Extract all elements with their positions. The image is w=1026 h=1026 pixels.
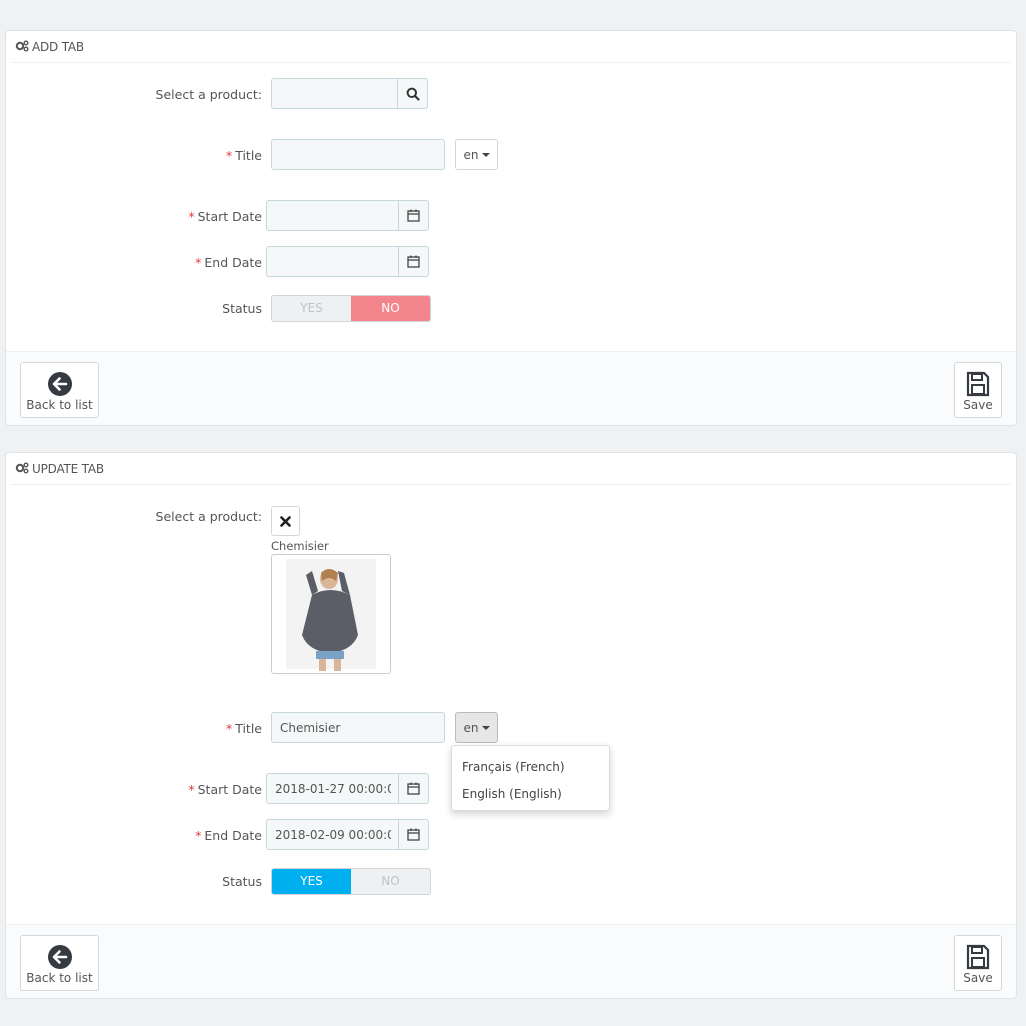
panel-footer: Back to list Save: [6, 351, 1016, 425]
language-dropdown-menu: Français (French) English (English): [451, 745, 610, 811]
status-switch[interactable]: YES NO: [271, 868, 431, 895]
required-mark: *: [195, 255, 202, 270]
required-mark: *: [188, 209, 195, 224]
save-icon: [966, 944, 990, 970]
language-option-english[interactable]: English (English): [452, 781, 609, 808]
back-to-list-label: Back to list: [26, 971, 93, 985]
product-label: Select a product:: [155, 509, 262, 524]
remove-product-button[interactable]: [271, 506, 300, 536]
end-date-input[interactable]: [266, 819, 400, 850]
caret-down-icon: [481, 152, 490, 157]
end-date-label: * End Date: [195, 255, 262, 270]
start-date-calendar-button[interactable]: [398, 773, 429, 804]
save-label: Save: [963, 971, 993, 985]
back-to-list-label: Back to list: [26, 398, 93, 412]
start-date-calendar-button[interactable]: [398, 200, 429, 231]
status-label: Status: [222, 301, 262, 316]
panel-heading: ADD TAB: [11, 31, 1011, 63]
title-label: * Title: [225, 721, 262, 736]
language-option-french[interactable]: Français (French): [452, 754, 609, 781]
calendar-icon: [407, 828, 420, 841]
required-mark: *: [225, 148, 233, 163]
start-date-input[interactable]: [266, 200, 400, 231]
back-to-list-button[interactable]: Back to list: [20, 362, 99, 418]
title-input[interactable]: [271, 139, 445, 170]
panel-footer: Back to list Save: [6, 924, 1016, 998]
product-label: Select a product:: [155, 87, 262, 102]
back-to-list-button[interactable]: Back to list: [20, 935, 99, 991]
status-no-option[interactable]: NO: [351, 869, 430, 894]
calendar-icon: [407, 209, 420, 222]
start-date-label: * Start Date: [188, 782, 262, 797]
language-select[interactable]: en: [455, 712, 498, 743]
status-yes-option[interactable]: YES: [272, 296, 351, 321]
end-date-calendar-button[interactable]: [398, 819, 429, 850]
save-button[interactable]: Save: [954, 362, 1002, 418]
calendar-icon: [407, 782, 420, 795]
product-search-button[interactable]: [397, 78, 428, 109]
required-mark: *: [195, 828, 202, 843]
save-icon: [966, 371, 990, 397]
arrow-circle-left-icon: [47, 372, 72, 396]
product-thumbnail: [271, 554, 391, 674]
close-icon: [280, 515, 291, 527]
required-mark: *: [188, 782, 195, 797]
start-date-input[interactable]: [266, 773, 400, 804]
required-mark: *: [225, 721, 233, 736]
search-icon: [406, 87, 420, 101]
update-tab-panel: UPDATE TAB Select a product: Chemisier *…: [5, 452, 1017, 999]
status-switch[interactable]: YES NO: [271, 295, 431, 322]
product-image: [286, 559, 376, 671]
caret-down-icon: [481, 725, 490, 730]
language-select[interactable]: en: [455, 139, 498, 170]
end-date-calendar-button[interactable]: [398, 246, 429, 277]
title-input[interactable]: [271, 712, 445, 743]
save-button[interactable]: Save: [954, 935, 1002, 991]
end-date-input[interactable]: [266, 246, 400, 277]
title-label: * Title: [225, 148, 262, 163]
add-tab-panel: ADD TAB Select a product: * Title en * Sta…: [5, 30, 1017, 426]
calendar-icon: [407, 255, 420, 268]
status-yes-option[interactable]: YES: [272, 869, 351, 894]
product-name: Chemisier: [271, 539, 329, 553]
end-date-label: * End Date: [195, 828, 262, 843]
cogs-icon: [15, 462, 29, 474]
arrow-circle-left-icon: [47, 945, 72, 969]
panel-heading: UPDATE TAB: [11, 453, 1011, 485]
status-label: Status: [222, 874, 262, 889]
product-search-input[interactable]: [271, 78, 399, 109]
panel-title: UPDATE TAB: [32, 462, 104, 476]
panel-title: ADD TAB: [32, 40, 84, 54]
status-no-option[interactable]: NO: [351, 296, 430, 321]
cogs-icon: [15, 40, 29, 52]
start-date-label: * Start Date: [188, 209, 262, 224]
save-label: Save: [963, 398, 993, 412]
